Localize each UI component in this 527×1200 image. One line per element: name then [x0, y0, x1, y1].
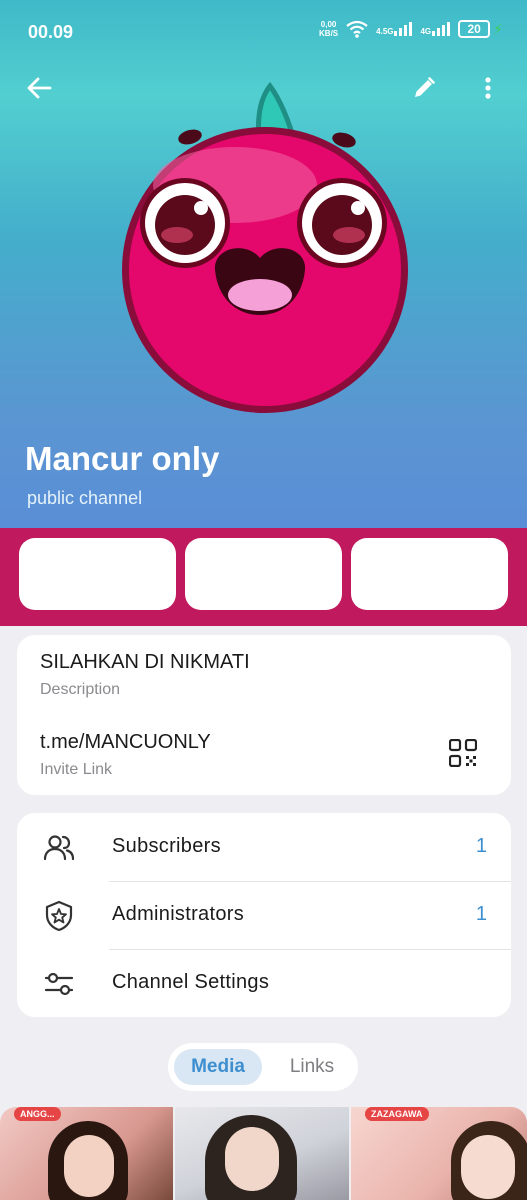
settings-sliders-icon [44, 972, 74, 996]
channel-avatar [122, 81, 408, 413]
back-button[interactable] [19, 68, 59, 108]
media-thumbnail[interactable]: ANGG... [0, 1107, 173, 1200]
subscribers-row[interactable]: Subscribers 1 [17, 813, 511, 881]
photo-face [461, 1135, 515, 1199]
shield-star-icon [45, 900, 73, 932]
channel-info-list: Subscribers 1 Administrators 1 Channel S… [17, 813, 511, 1017]
media-thumbnail[interactable] [175, 1107, 349, 1200]
administrators-label: Administrators [112, 903, 245, 925]
wifi-icon [346, 20, 368, 38]
charging-icon: ⚡ [493, 20, 503, 37]
action-button-1[interactable] [19, 538, 176, 610]
photo-face [225, 1127, 279, 1191]
action-button-3[interactable] [351, 538, 508, 610]
info-card: SILAHKAN DI NIKMATI Description t.me/MAN… [17, 635, 511, 795]
status-bar: 00.09 0,00 KB/S 4.5G 4G 20 ⚡ [0, 0, 527, 66]
subscribers-count: 1 [475, 835, 487, 857]
profile-header: 00.09 0,00 KB/S 4.5G 4G 20 ⚡ Mancur only… [0, 0, 527, 528]
network-speed: 0,00 KB/S [319, 20, 339, 38]
invite-link-label: Invite Link [40, 761, 113, 778]
pencil-icon [415, 77, 435, 97]
media-tabs: Media Links [168, 1043, 358, 1091]
signal-icon-2: 4G [420, 22, 451, 36]
signal-icon-1: 4.5G [376, 22, 413, 36]
media-thumbnail[interactable]: ZAZAGAWA [351, 1107, 527, 1200]
battery-icon: 20 ⚡ [458, 20, 503, 38]
media-grid: ANGG... ZAZAGAWA [0, 1107, 527, 1200]
tab-links[interactable]: Links [272, 1049, 352, 1085]
channel-settings-label: Channel Settings [112, 971, 270, 993]
administrators-row[interactable]: Administrators 1 [17, 881, 511, 949]
arrow-left-icon [27, 77, 52, 99]
channel-name: Mancur only [25, 440, 220, 477]
status-icons: 0,00 KB/S 4.5G 4G 20 ⚡ [319, 20, 503, 38]
channel-settings-row[interactable]: Channel Settings [17, 949, 511, 1017]
action-button-2[interactable] [185, 538, 342, 610]
subscribers-label: Subscribers [112, 835, 221, 857]
more-vertical-icon [485, 77, 491, 99]
status-time: 00.09 [28, 22, 74, 42]
tab-media[interactable]: Media [174, 1049, 262, 1085]
more-options-button[interactable] [468, 68, 508, 108]
people-icon [43, 835, 75, 861]
qr-code-icon[interactable] [449, 739, 477, 767]
action-buttons-strip [0, 528, 527, 626]
administrators-count: 1 [475, 903, 487, 925]
description-label: Description [40, 681, 121, 698]
description-value[interactable]: SILAHKAN DI NIKMATI [40, 651, 250, 674]
photo-face [64, 1135, 114, 1197]
invite-link-value[interactable]: t.me/MANCUONLY [40, 731, 211, 754]
channel-type: public channel [27, 488, 143, 508]
